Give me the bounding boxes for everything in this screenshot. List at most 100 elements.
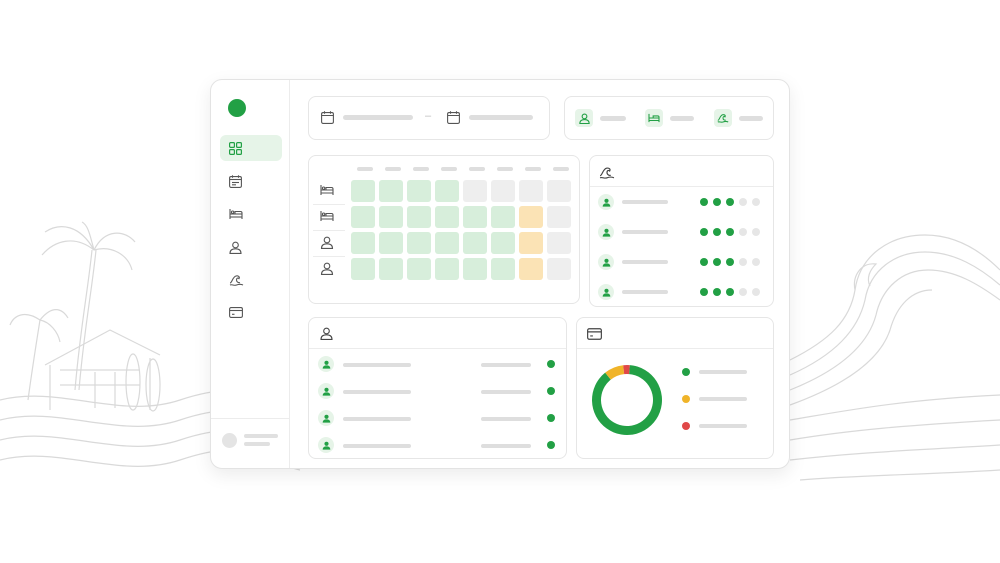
row-bed-icon: [320, 210, 334, 228]
calendar-cell-booked[interactable]: [491, 206, 515, 228]
column-header-placeholder: [553, 167, 569, 171]
calendar-cell-booked[interactable]: [379, 232, 403, 254]
placeholder-text: [622, 230, 668, 234]
row-bed-icon: [320, 184, 334, 202]
calendar-cell-booked[interactable]: [491, 258, 515, 280]
list-item[interactable]: [309, 437, 566, 457]
list-item[interactable]: [309, 410, 566, 430]
guests-panel: [308, 317, 567, 459]
column-header-placeholder: [441, 167, 457, 171]
calendar-cell-booked[interactable]: [407, 180, 431, 202]
list-item[interactable]: [309, 356, 566, 376]
placeholder-text: [481, 363, 531, 367]
row-user-icon: [320, 262, 334, 280]
sidebar-item-dashboard[interactable]: [220, 135, 282, 161]
calendar-cell-free[interactable]: [547, 206, 571, 228]
sidebar-item-calendar[interactable]: [220, 168, 282, 194]
calendar-icon[interactable]: [321, 111, 334, 124]
calendar-cell-booked[interactable]: [463, 232, 487, 254]
calendar-cell-free[interactable]: [547, 180, 571, 202]
level-dot: [739, 198, 747, 206]
start-date-placeholder[interactable]: [343, 115, 413, 120]
calendar-cell-free[interactable]: [463, 180, 487, 202]
calendar-cell-booked[interactable]: [435, 258, 459, 280]
calendar-cell-free[interactable]: [491, 180, 515, 202]
placeholder-text: [343, 444, 411, 448]
user-icon: [320, 327, 333, 340]
placeholder-text: [481, 444, 531, 448]
payments-panel: [576, 317, 774, 459]
calendar-cell-booked[interactable]: [379, 258, 403, 280]
level-dot: [752, 258, 760, 266]
calendar-cell-booked[interactable]: [435, 232, 459, 254]
donut-slice-2[interactable]: [623, 365, 630, 375]
level-dot: [713, 288, 721, 296]
avatar: [318, 437, 334, 453]
calendar-cell-pending[interactable]: [519, 206, 543, 228]
wave-icon: [599, 167, 615, 179]
date-range-picker[interactable]: –: [308, 96, 550, 140]
calendar-cell-booked[interactable]: [435, 180, 459, 202]
status-dot: [547, 387, 555, 395]
column-header-placeholder: [385, 167, 401, 171]
placeholder-text: [481, 390, 531, 394]
filter-guests-chip[interactable]: [575, 109, 593, 127]
end-date-placeholder[interactable]: [469, 115, 533, 120]
sidebar-item-rooms[interactable]: [220, 201, 282, 227]
list-item[interactable]: [309, 383, 566, 403]
calendar-cell-booked[interactable]: [435, 206, 459, 228]
calendar-cell-free[interactable]: [519, 180, 543, 202]
sidebar-user-footer[interactable]: [211, 418, 289, 468]
calendar-cell-booked[interactable]: [351, 206, 375, 228]
calendar-cell-booked[interactable]: [351, 232, 375, 254]
calendar-cell-booked[interactable]: [463, 206, 487, 228]
level-dot: [700, 288, 708, 296]
level-dot: [726, 198, 734, 206]
avatar: [318, 356, 334, 372]
avatar: [318, 383, 334, 399]
calendar-cell-pending[interactable]: [519, 232, 543, 254]
column-header-placeholder: [525, 167, 541, 171]
filter-surf-chip[interactable]: [714, 109, 732, 127]
filter-rooms-chip[interactable]: [645, 109, 663, 127]
sidebar-item-guests[interactable]: [220, 234, 282, 260]
calendar-cell-booked[interactable]: [491, 232, 515, 254]
level-dot: [752, 288, 760, 296]
sidebar-item-surf[interactable]: [220, 267, 282, 293]
wave-icon: [717, 114, 729, 123]
level-dot: [752, 228, 760, 236]
sidebar-item-payments[interactable]: [220, 299, 282, 325]
avatar: [598, 254, 614, 270]
row-user-icon: [320, 236, 334, 254]
credit-card-icon: [587, 328, 602, 340]
status-dot: [547, 360, 555, 368]
calendar-cell-booked[interactable]: [351, 180, 375, 202]
calendar-cell-free[interactable]: [547, 232, 571, 254]
surf-levels-panel: [589, 155, 774, 307]
status-dot: [547, 414, 555, 422]
grid-icon: [229, 141, 242, 155]
calendar-cell-free[interactable]: [547, 258, 571, 280]
calendar-cell-pending[interactable]: [519, 258, 543, 280]
placeholder-text: [343, 417, 411, 421]
brand-logo[interactable]: [228, 99, 246, 117]
placeholder-text: [622, 290, 668, 294]
level-dot: [726, 288, 734, 296]
avatar: [598, 284, 614, 300]
calendar-cell-booked[interactable]: [379, 206, 403, 228]
calendar-cell-booked[interactable]: [463, 258, 487, 280]
level-dot: [713, 228, 721, 236]
calendar-cell-booked[interactable]: [351, 258, 375, 280]
calendar-cell-booked[interactable]: [407, 258, 431, 280]
calendar-cell-booked[interactable]: [407, 206, 431, 228]
calendar-cell-booked[interactable]: [379, 180, 403, 202]
avatar[interactable]: [222, 433, 237, 448]
column-header-placeholder: [413, 167, 429, 171]
legend-label-placeholder: [699, 397, 747, 401]
placeholder-text: [343, 363, 411, 367]
panel-divider: [309, 348, 566, 349]
donut-slice-0[interactable]: [592, 365, 662, 435]
calendar-icon[interactable]: [447, 111, 460, 124]
row-divider: [313, 204, 345, 205]
calendar-cell-booked[interactable]: [407, 232, 431, 254]
